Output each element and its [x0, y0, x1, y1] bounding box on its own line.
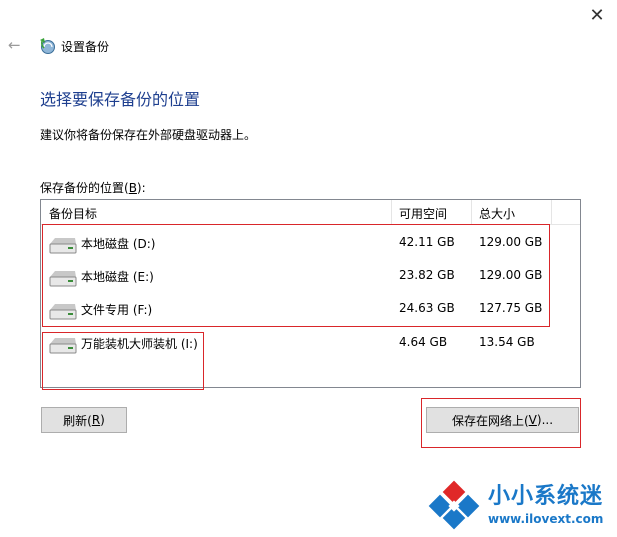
drive-name: 文件专用 (F:)	[81, 303, 153, 317]
watermark: 小小系统迷 www.ilovext.com	[426, 476, 616, 534]
drive-row-e[interactable]: 本地磁盘 (E:) 23.82 GB 129.00 GB	[41, 260, 580, 290]
drive-row-d[interactable]: 本地磁盘 (D:) 42.11 GB 129.00 GB	[41, 227, 580, 257]
location-label: 保存备份的位置(B):	[40, 181, 146, 195]
column-header-total-size[interactable]: 总大小	[479, 205, 515, 222]
backup-app-icon	[40, 38, 55, 54]
drive-total-size: 129.00 GB	[479, 235, 543, 249]
hard-drive-icon	[49, 304, 77, 320]
drive-row-i[interactable]: 万能装机大师装机 (I:) 4.64 GB 13.54 GB	[41, 327, 580, 357]
page-heading: 选择要保存备份的位置	[40, 90, 201, 109]
drive-row-f[interactable]: 文件专用 (F:) 24.63 GB 127.75 GB	[41, 293, 580, 323]
drive-name: 本地磁盘 (E:)	[81, 270, 154, 284]
window-title: 设置备份	[61, 40, 110, 54]
hard-drive-icon	[49, 338, 77, 354]
drive-total-size: 127.75 GB	[479, 301, 543, 315]
hard-drive-icon	[49, 271, 77, 287]
close-button[interactable]: ✕	[583, 4, 611, 26]
save-on-network-button[interactable]: 保存在网络上(V)...	[426, 407, 579, 433]
hard-drive-icon	[49, 238, 77, 254]
drive-free-space: 24.63 GB	[399, 301, 455, 315]
watermark-logo-icon	[428, 480, 480, 530]
drive-free-space: 4.64 GB	[399, 335, 448, 349]
drive-name: 本地磁盘 (D:)	[81, 237, 156, 251]
column-header-target[interactable]: 备份目标	[49, 205, 97, 222]
description-text: 建议你将备份保存在外部硬盘驱动器上。	[40, 128, 257, 142]
watermark-url: www.ilovext.com	[488, 512, 604, 526]
back-arrow-icon[interactable]: ←	[8, 36, 24, 54]
drive-name: 万能装机大师装机 (I:)	[81, 337, 198, 351]
refresh-button[interactable]: 刷新(R)	[41, 407, 127, 433]
drive-total-size: 129.00 GB	[479, 268, 543, 282]
list-header: 备份目标 可用空间 总大小	[41, 200, 580, 225]
drive-free-space: 23.82 GB	[399, 268, 455, 282]
drive-total-size: 13.54 GB	[479, 335, 535, 349]
drive-free-space: 42.11 GB	[399, 235, 455, 249]
backup-location-list[interactable]: 备份目标 可用空间 总大小 本地磁盘 (D:) 42.11 GB 129.00 …	[40, 199, 581, 388]
column-header-free-space[interactable]: 可用空间	[399, 205, 447, 222]
watermark-title: 小小系统迷	[488, 484, 604, 509]
